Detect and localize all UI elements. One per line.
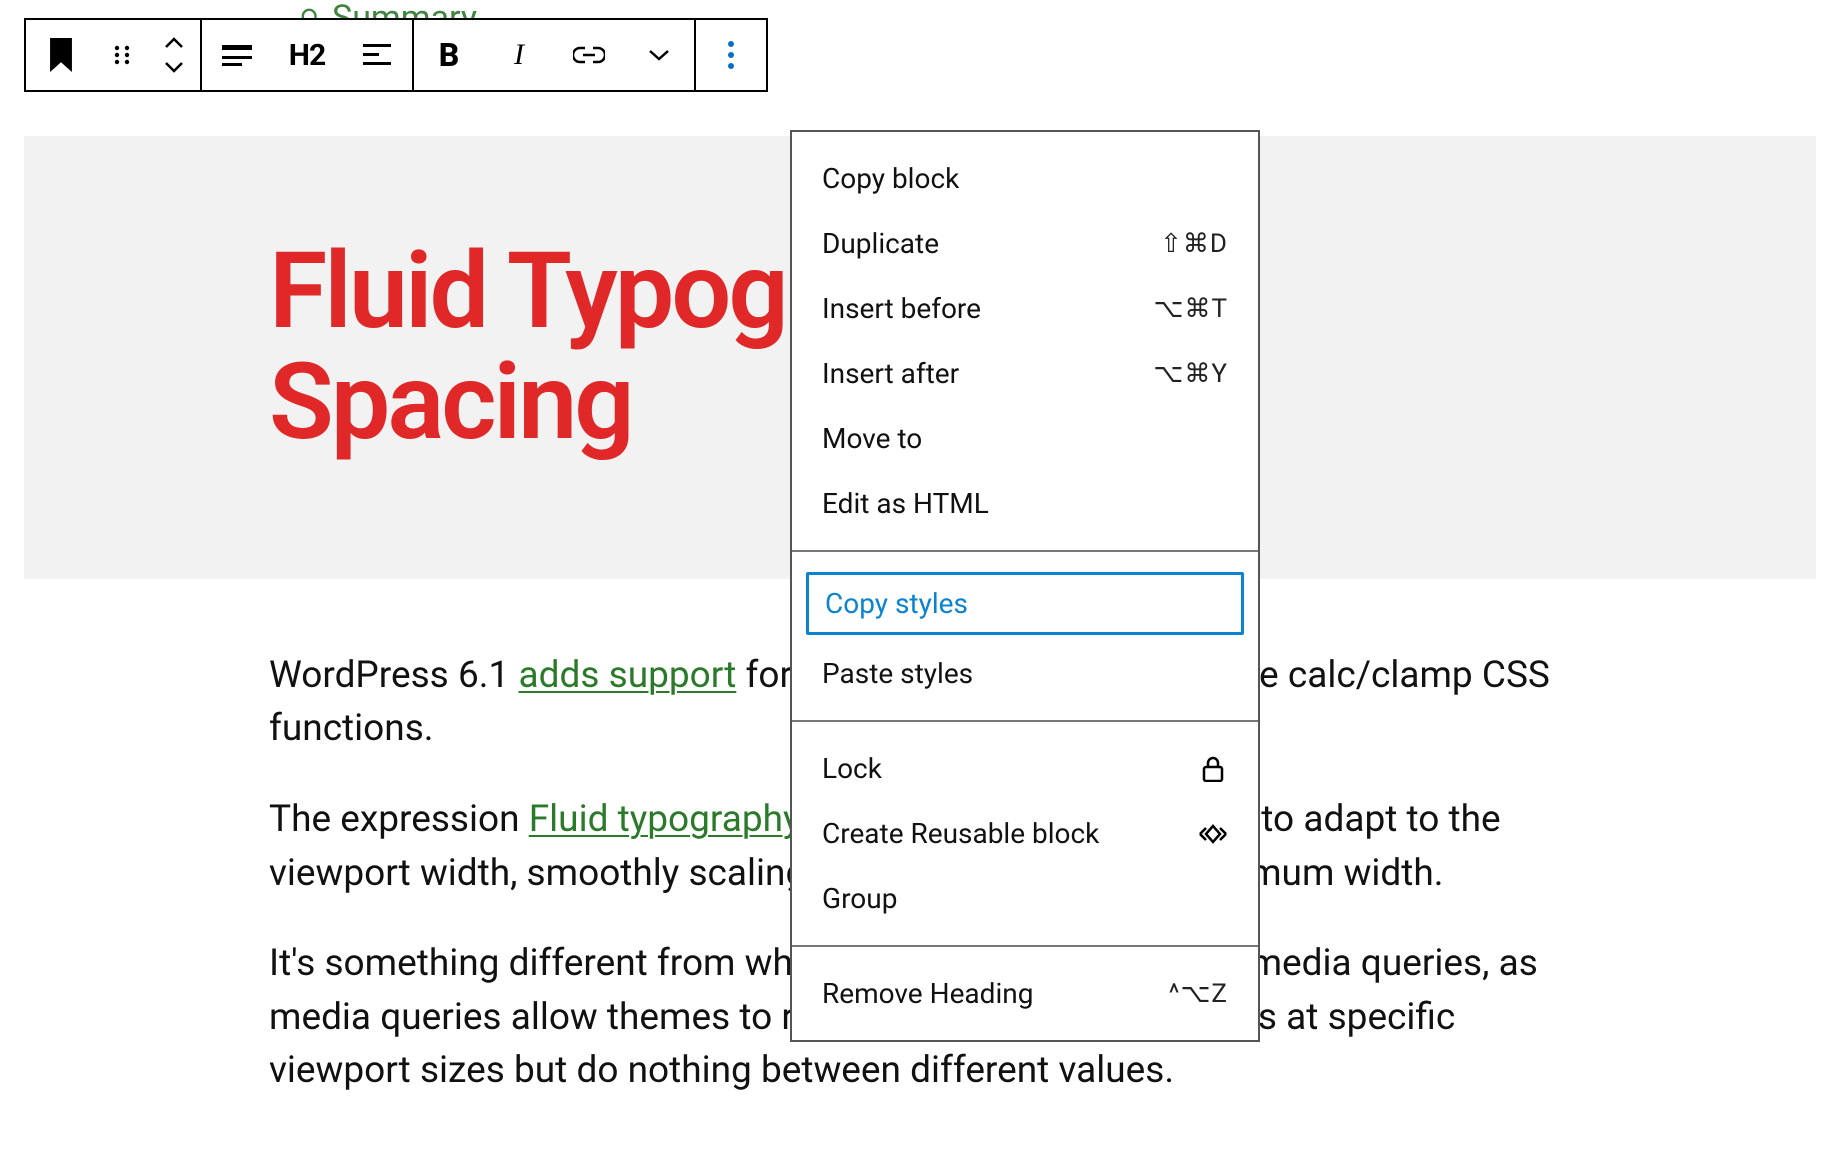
drag-handle[interactable] xyxy=(96,20,148,90)
menu-lock[interactable]: Lock xyxy=(792,736,1258,801)
menu-insert-before[interactable]: Insert before ⌥⌘T xyxy=(792,276,1258,341)
drag-icon xyxy=(110,43,134,67)
menu-label: Lock xyxy=(822,752,882,785)
toolbar-group-block xyxy=(24,18,202,92)
align-left-icon xyxy=(363,44,391,66)
italic-label: I xyxy=(514,38,524,72)
menu-label: Insert after xyxy=(822,357,959,390)
chevron-down-icon xyxy=(647,48,671,62)
heading-level-button[interactable]: H2 xyxy=(272,20,342,90)
bold-button[interactable]: B xyxy=(414,20,484,90)
menu-label: Create Reusable block xyxy=(822,817,1099,850)
link-icon xyxy=(573,45,605,65)
menu-label: Edit as HTML xyxy=(822,487,989,520)
more-format-button[interactable] xyxy=(624,20,694,90)
menu-label: Copy styles xyxy=(825,587,968,620)
link-adds-support[interactable]: adds support xyxy=(518,654,736,697)
menu-label: Move to xyxy=(822,422,922,455)
italic-button[interactable]: I xyxy=(484,20,554,90)
link-fluid-typography-2[interactable]: Fluid typography xyxy=(529,798,801,841)
menu-label: Paste styles xyxy=(822,657,973,690)
chevron-up-icon xyxy=(164,37,184,49)
move-updown[interactable] xyxy=(148,20,200,90)
more-options-button[interactable] xyxy=(696,20,766,90)
bookmark-icon xyxy=(46,38,76,72)
menu-shortcut: ⌥⌘Y xyxy=(1153,359,1228,389)
paragraph-icon xyxy=(222,43,252,67)
menu-copy-styles[interactable]: Copy styles xyxy=(806,572,1244,635)
more-vertical-icon xyxy=(727,40,735,70)
menu-paste-styles[interactable]: Paste styles xyxy=(792,641,1258,706)
menu-group[interactable]: Group xyxy=(792,866,1258,931)
menu-edit-html[interactable]: Edit as HTML xyxy=(792,471,1258,536)
block-options-menu: Copy block Duplicate ⇧⌘D Insert before ⌥… xyxy=(790,130,1260,1042)
menu-shortcut: ⇧⌘D xyxy=(1160,229,1228,259)
heading-level-label: H2 xyxy=(289,38,325,73)
menu-shortcut: ⌥⌘T xyxy=(1154,294,1228,324)
menu-shortcut: ^⌥Z xyxy=(1169,979,1228,1009)
menu-label: Remove Heading xyxy=(822,977,1033,1010)
block-type-button[interactable] xyxy=(26,20,96,90)
reusable-icon xyxy=(1198,819,1228,849)
toolbar-group-format: B I xyxy=(412,18,696,92)
menu-duplicate[interactable]: Duplicate ⇧⌘D xyxy=(792,211,1258,276)
menu-remove-heading[interactable]: Remove Heading ^⌥Z xyxy=(792,961,1258,1026)
block-toolbar: H2 B I xyxy=(24,18,768,92)
menu-label: Copy block xyxy=(822,162,959,195)
toolbar-group-heading: H2 xyxy=(200,18,414,92)
menu-copy-block[interactable]: Copy block xyxy=(792,146,1258,211)
menu-create-reusable[interactable]: Create Reusable block xyxy=(792,801,1258,866)
lock-icon xyxy=(1198,754,1228,784)
transform-button[interactable] xyxy=(202,20,272,90)
menu-label: Duplicate xyxy=(822,227,939,260)
toolbar-group-more xyxy=(694,18,768,92)
menu-insert-after[interactable]: Insert after ⌥⌘Y xyxy=(792,341,1258,406)
menu-label: Insert before xyxy=(822,292,981,325)
menu-move-to[interactable]: Move to xyxy=(792,406,1258,471)
link-button[interactable] xyxy=(554,20,624,90)
chevron-down-icon xyxy=(164,61,184,73)
menu-label: Group xyxy=(822,882,897,915)
bold-label: B xyxy=(439,36,460,74)
align-button[interactable] xyxy=(342,20,412,90)
